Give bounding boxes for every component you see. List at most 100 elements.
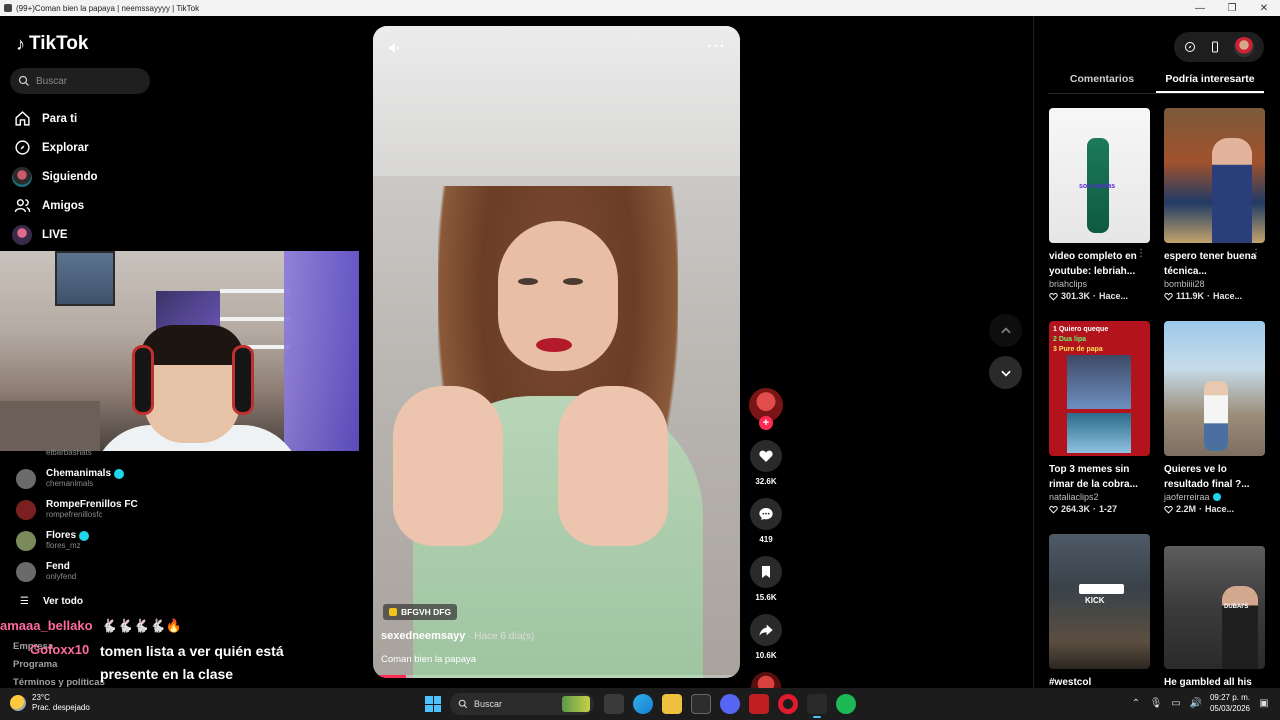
card-title[interactable]: espero tener buena técnica...: [1164, 249, 1265, 279]
share-action[interactable]: 10.6K: [748, 614, 784, 660]
card-more-icon[interactable]: ⋮: [1136, 248, 1146, 259]
thumbnail-text: son caídas: [1079, 183, 1116, 190]
store-icon[interactable]: [691, 694, 711, 714]
video-card[interactable]: KICK #westcol: [1049, 534, 1150, 705]
video-thumbnail[interactable]: 1 Quiero queque 2 Dua lipa 3 Pure de pap…: [1049, 321, 1150, 456]
task-view-icon[interactable]: [604, 694, 624, 714]
previous-video-button[interactable]: [989, 314, 1022, 347]
weather-sun-icon: [10, 695, 26, 711]
volume-icon[interactable]: [387, 40, 403, 56]
spotify-icon[interactable]: [836, 694, 856, 714]
footer-link-programa[interactable]: Programa: [13, 656, 105, 674]
video-thumbnail[interactable]: DUBAI'S: [1164, 546, 1265, 669]
save-action[interactable]: 15.6K: [748, 556, 784, 602]
comment-button[interactable]: [750, 498, 782, 530]
card-more-icon[interactable]: ⋮: [1251, 248, 1261, 259]
video-thumbnail[interactable]: [1164, 321, 1265, 456]
video-lips: [536, 338, 572, 352]
chevron-up-icon[interactable]: ⌃: [1130, 697, 1142, 709]
weather-status: Prac. despejado: [32, 703, 90, 712]
microphone-icon[interactable]: 🎙: [1150, 697, 1163, 709]
video-thumbnail[interactable]: KICK: [1049, 534, 1150, 669]
video-badge[interactable]: BFGVH DFG: [383, 604, 458, 620]
volume-icon[interactable]: 🔊: [1190, 697, 1202, 709]
file-explorer-icon[interactable]: [662, 694, 682, 714]
weather-widget[interactable]: 23°C Prac. despejado: [10, 693, 90, 713]
video-card[interactable]: Quieres ve lo resultado final ?... jaofe…: [1164, 321, 1265, 514]
video-thumbnail[interactable]: son caídas: [1049, 108, 1150, 243]
chat-username: amaaa_bellako: [0, 618, 93, 633]
close-button[interactable]: ✕: [1248, 3, 1280, 14]
friends-icon: [12, 196, 32, 216]
nav-label: Amigos: [42, 199, 85, 212]
search-input[interactable]: Buscar: [10, 68, 150, 94]
following-item[interactable]: Chemanimals chemanimals: [16, 463, 356, 494]
video-card[interactable]: ⋮ espero tener buena técnica... bombiiii…: [1164, 108, 1265, 301]
edge-icon[interactable]: [633, 694, 653, 714]
like-action[interactable]: 32.6K: [748, 440, 784, 486]
restore-button[interactable]: ❐: [1216, 3, 1248, 14]
nav-item-live[interactable]: LIVE: [12, 220, 98, 249]
nav-item-para-ti[interactable]: Para ti: [12, 104, 98, 133]
tab-comentarios[interactable]: Comentarios: [1048, 68, 1156, 93]
card-when: Hace...: [1205, 504, 1235, 514]
video-card[interactable]: 1 Quiero queque 2 Dua lipa 3 Pure de pap…: [1049, 321, 1150, 514]
following-item[interactable]: Fend onlyfend: [16, 556, 356, 587]
card-author[interactable]: jaoferreiraa: [1164, 492, 1265, 502]
logo-text: TikTok: [29, 33, 89, 54]
card-author[interactable]: nataliaclips2: [1049, 492, 1150, 502]
following-name: RompeFrenillos FC: [46, 498, 138, 510]
card-title[interactable]: video completo en youtube: lebriah...: [1049, 249, 1150, 279]
card-author[interactable]: bombiiii28: [1164, 279, 1265, 289]
comment-action[interactable]: 419: [748, 498, 784, 544]
chat-message: tomen lista a ver quién está presente en…: [100, 643, 284, 682]
video-card[interactable]: DUBAI'S He gambled all his: [1164, 546, 1265, 705]
nav-item-siguiendo[interactable]: Siguiendo: [12, 162, 98, 191]
following-item[interactable]: Flores flores_mz: [16, 525, 356, 556]
share-button[interactable]: [750, 614, 782, 646]
card-views: 111.9K: [1176, 291, 1205, 301]
clock[interactable]: 09:27 p. m. 05/03/2026: [1210, 692, 1250, 714]
video-progress-bar[interactable]: [373, 675, 740, 678]
tiktok-logo[interactable]: ♪ TikTok: [16, 33, 88, 55]
like-button[interactable]: [750, 440, 782, 472]
see-all-button[interactable]: ☰ Ver todo: [20, 596, 83, 607]
taskbar-search[interactable]: Buscar: [450, 693, 594, 715]
thumbnail-text: DUBAI'S: [1224, 604, 1249, 610]
badge-label: BFGVH DFG: [401, 607, 452, 617]
more-options-icon[interactable]: ···: [707, 38, 726, 56]
windows-start-button[interactable]: [425, 696, 441, 712]
video-player[interactable]: ··· BFGVH DFG sexedneemsayy · Hace 6 día…: [373, 26, 740, 678]
following-item[interactable]: RompeFrenillos FC rompefrenillosfc: [16, 494, 356, 525]
video-author[interactable]: sexedneemsayy · Hace 6 día(s): [381, 630, 534, 642]
phone-icon[interactable]: [1209, 41, 1221, 53]
video-thumbnail[interactable]: [1164, 108, 1265, 243]
video-card[interactable]: son caídas ⋮ video completo en youtube: …: [1049, 108, 1150, 301]
following-name: Chemanimals: [46, 467, 112, 479]
opera-icon[interactable]: [778, 694, 798, 714]
follow-plus-icon[interactable]: +: [759, 416, 773, 430]
minimize-button[interactable]: —: [1184, 3, 1216, 14]
card-when: Hace...: [1213, 291, 1243, 301]
card-author[interactable]: briahclips: [1049, 279, 1150, 289]
tiktok-favicon-icon: [4, 4, 12, 12]
creator-avatar[interactable]: +: [749, 388, 783, 430]
profile-avatar[interactable]: [1233, 37, 1254, 57]
notification-icon[interactable]: ▣: [1258, 697, 1270, 709]
card-title[interactable]: Top 3 memes sin rimar de la cobra...: [1049, 462, 1150, 492]
nav-item-amigos[interactable]: Amigos: [12, 191, 98, 220]
panel-divider: [1033, 16, 1034, 688]
card-title[interactable]: Quieres ve lo resultado final ?...: [1164, 462, 1265, 492]
discord-icon[interactable]: [720, 694, 740, 714]
tab-podria-interesarte[interactable]: Podría interesarte: [1156, 68, 1264, 93]
save-button[interactable]: [750, 556, 782, 588]
network-icon[interactable]: ▭: [1170, 697, 1182, 709]
nav-item-explorar[interactable]: Explorar: [12, 133, 98, 162]
next-video-button[interactable]: [989, 356, 1022, 389]
heart-outline-icon: [1164, 505, 1173, 514]
compass-icon[interactable]: [1184, 41, 1196, 53]
author-name: sexedneemsayy: [381, 630, 466, 642]
app-icon[interactable]: [749, 694, 769, 714]
tiktok-app-icon[interactable]: [807, 694, 827, 718]
card-separator: ·: [1093, 504, 1097, 514]
